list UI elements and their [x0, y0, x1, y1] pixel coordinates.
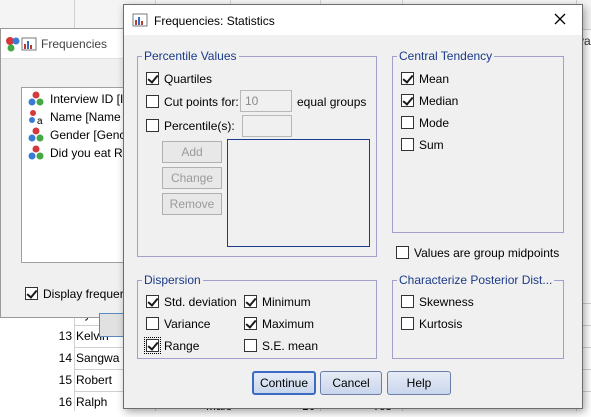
close-icon[interactable] — [552, 11, 568, 27]
checkbox-box[interactable] — [146, 95, 159, 108]
checkbox-box[interactable] — [401, 295, 414, 308]
range-checkbox[interactable]: Range — [144, 337, 200, 354]
minimum-checkbox[interactable]: Minimum — [244, 295, 311, 309]
group-legend: Central Tendency — [399, 49, 493, 63]
group-legend: Dispersion — [144, 273, 201, 287]
cut-points-input[interactable] — [240, 90, 292, 112]
change-button[interactable]: Change — [162, 167, 222, 189]
row-number[interactable]: 13 — [0, 325, 74, 347]
checkbox-box[interactable] — [146, 317, 159, 330]
checkbox-box[interactable] — [401, 317, 414, 330]
group-midpoints-checkbox[interactable]: Values are group midpoints — [396, 246, 559, 260]
sum-checkbox[interactable]: Sum — [401, 138, 444, 152]
checkbox-box[interactable] — [244, 295, 257, 308]
posterior-distribution-group: Characterize Posterior Dist... — [392, 273, 564, 359]
checkbox-label: Mean — [419, 72, 450, 86]
group-legend: Percentile Values — [144, 49, 237, 63]
checkbox-box[interactable] — [401, 116, 414, 129]
group-legend: Characterize Posterior Dist... — [399, 273, 553, 287]
cell-name[interactable]: Ralph — [76, 391, 107, 413]
frequencies-window: Frequencies Interview ID [I a Name [Name… — [0, 28, 159, 337]
scale-icon — [28, 91, 44, 106]
add-button[interactable]: Add — [162, 141, 222, 163]
mode-checkbox[interactable]: Mode — [401, 116, 449, 130]
nominal-string-icon: a — [29, 110, 43, 125]
variable-label: Gender [Genc — [50, 128, 126, 142]
frequencies-icon — [21, 37, 37, 51]
checkbox-label: Variance — [164, 317, 211, 331]
window-title: Frequencies — [41, 37, 108, 51]
row-number[interactable]: 16 — [0, 391, 74, 413]
checkbox-box[interactable] — [401, 72, 414, 85]
dialog-titlebar[interactable]: Frequencies: Statistics — [124, 5, 582, 35]
help-button[interactable]: Help — [387, 371, 451, 395]
nominal-icon — [28, 127, 44, 142]
checkbox-label: Kurtosis — [419, 317, 463, 331]
percentiles-checkbox[interactable]: Percentile(s): — [146, 119, 235, 133]
checkbox-box[interactable] — [146, 72, 159, 85]
nominal-icon — [28, 145, 44, 160]
checkbox-label: Mode — [419, 116, 450, 130]
checkbox-box[interactable] — [244, 339, 257, 352]
frequencies-titlebar[interactable]: Frequencies — [1, 29, 139, 59]
checkbox-label: Cut points for: — [164, 95, 239, 109]
skewness-checkbox[interactable]: Skewness — [401, 295, 474, 309]
checkbox-label: Minimum — [262, 295, 311, 309]
checkbox-box[interactable] — [244, 317, 257, 330]
checkbox-label: Values are group midpoints — [414, 246, 560, 260]
continue-button[interactable]: Continue — [252, 371, 316, 395]
frequencies-icon — [132, 13, 148, 27]
checkbox-label: Maximum — [262, 317, 315, 331]
cut-points-checkbox[interactable]: Cut points for: — [146, 95, 239, 109]
variable-label: Interview ID [I — [50, 92, 124, 106]
mean-checkbox[interactable]: Mean — [401, 72, 449, 86]
maximum-checkbox[interactable]: Maximum — [244, 317, 314, 331]
checkbox-box[interactable] — [25, 287, 38, 300]
checkbox-label: Sum — [419, 138, 444, 152]
kurtosis-checkbox[interactable]: Kurtosis — [401, 317, 462, 331]
variable-label: Did you eat R — [50, 146, 123, 160]
percentile-input[interactable] — [242, 115, 292, 137]
checkbox-label: Quartiles — [164, 72, 213, 86]
checkbox-label: Display frequer — [43, 287, 124, 301]
cell-name[interactable]: Sangwa — [76, 347, 119, 369]
checkbox-box[interactable] — [396, 246, 409, 259]
cancel-button[interactable]: Cancel — [320, 371, 382, 395]
svg-text:a: a — [37, 116, 43, 125]
checkbox-label: Skewness — [419, 295, 474, 309]
checkbox-box[interactable] — [146, 295, 159, 308]
remove-button[interactable]: Remove — [162, 193, 222, 215]
variable-label: Name [Name — [50, 110, 121, 124]
row-number[interactable]: 15 — [0, 369, 74, 391]
spss-app-icon — [6, 37, 20, 52]
checkbox-label: Percentile(s): — [164, 119, 235, 133]
dialog-title: Frequencies: Statistics — [154, 14, 275, 28]
equal-groups-label: equal groups — [297, 95, 367, 109]
variance-checkbox[interactable]: Variance — [146, 317, 210, 331]
cell-name[interactable]: Robert — [76, 369, 112, 391]
display-frequency-tables-checkbox[interactable]: Display frequer — [25, 287, 124, 301]
row-number[interactable]: 14 — [0, 347, 74, 369]
checkbox-label: Median — [419, 94, 459, 108]
quartiles-checkbox[interactable]: Quartiles — [146, 72, 212, 86]
checkbox-box[interactable] — [401, 138, 414, 151]
se-mean-checkbox[interactable]: S.E. mean — [244, 339, 318, 353]
checkbox-box[interactable] — [144, 337, 161, 354]
median-checkbox[interactable]: Median — [401, 94, 458, 108]
checkbox-label: Range — [164, 339, 200, 353]
checkbox-box[interactable] — [146, 119, 159, 132]
checkbox-label: Std. deviation — [164, 295, 237, 309]
percentile-list[interactable] — [227, 139, 370, 247]
std-deviation-checkbox[interactable]: Std. deviation — [146, 295, 237, 309]
checkbox-box[interactable] — [401, 94, 414, 107]
checkbox-label: S.E. mean — [262, 339, 319, 353]
statistics-dialog: Frequencies: Statistics Percentile Value… — [123, 4, 583, 409]
